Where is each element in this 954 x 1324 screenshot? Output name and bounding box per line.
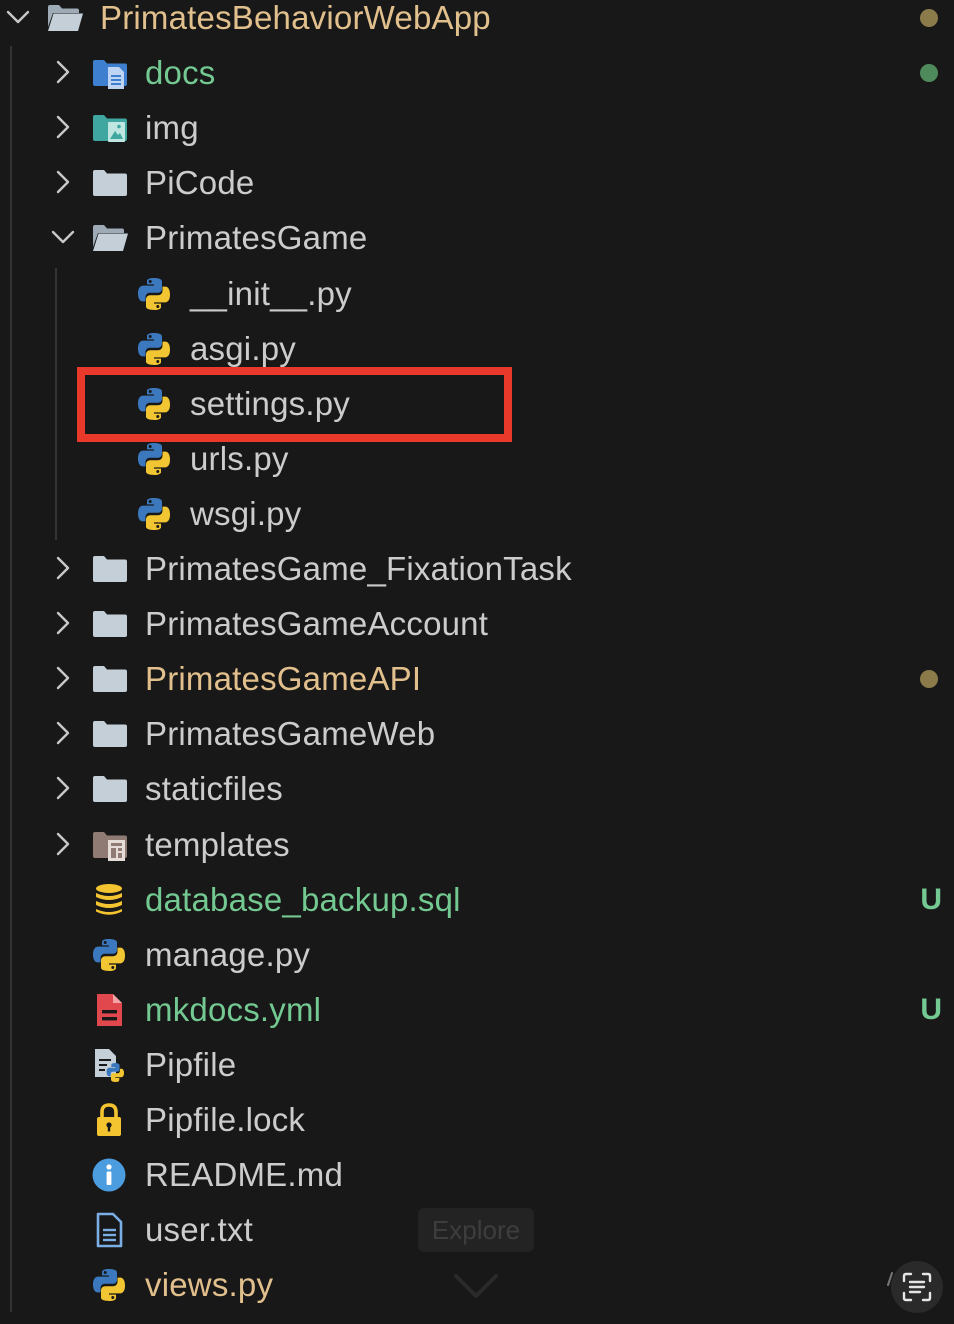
- item-label: manage.py: [145, 935, 311, 973]
- chevron-down-icon[interactable]: [50, 224, 76, 250]
- git-status-dot: [920, 670, 938, 689]
- item-label: templates: [145, 825, 290, 863]
- folder-item-primatesgameapi[interactable]: PrimatesGameAPI: [0, 651, 954, 706]
- faint-chevron-down-icon: [454, 1274, 498, 1298]
- folder-item-templates[interactable]: templates: [0, 817, 954, 872]
- folder-item-docs[interactable]: docs: [0, 45, 954, 100]
- chevron-down-icon[interactable]: [5, 4, 31, 30]
- python-icon: [136, 331, 174, 367]
- file-item-database-backup-sql[interactable]: database_backup.sql U: [0, 872, 954, 927]
- chevron-right-icon[interactable]: [50, 555, 76, 581]
- chevron-right-icon[interactable]: [50, 720, 76, 746]
- yaml-file-icon: [91, 992, 129, 1028]
- git-status-dot: [920, 9, 938, 27]
- item-label: user.txt: [145, 1211, 253, 1249]
- item-label: staticfiles: [145, 770, 283, 808]
- chevron-right-icon[interactable]: [50, 59, 76, 85]
- folder-open-icon: [91, 220, 129, 256]
- file-item-pipfile-lock[interactable]: Pipfile.lock: [0, 1092, 954, 1147]
- folder-open-icon: [46, 0, 84, 36]
- database-icon: [91, 882, 129, 918]
- git-status-badge: U: [920, 992, 942, 1026]
- python-icon: [136, 276, 174, 312]
- git-status-dot: [920, 64, 938, 83]
- item-label: docs: [145, 54, 216, 92]
- folder-icon: [91, 771, 129, 807]
- item-label: PrimatesGameAccount: [145, 605, 489, 643]
- chevron-right-icon[interactable]: [50, 665, 76, 691]
- python-icon: [136, 496, 174, 532]
- python-icon: [136, 441, 174, 477]
- folder-icon: [91, 165, 129, 201]
- pipfile-icon: [91, 1047, 129, 1083]
- folder-item-staticfiles[interactable]: staticfiles: [0, 761, 954, 816]
- item-label: PrimatesBehaviorWebApp: [100, 0, 491, 36]
- scan-text-icon: [902, 1272, 932, 1302]
- file-item-pipfile[interactable]: Pipfile: [0, 1037, 954, 1092]
- item-label: Pipfile.lock: [145, 1101, 306, 1138]
- explore-tooltip: Explore: [418, 1208, 534, 1252]
- text-file-icon: [91, 1212, 129, 1248]
- item-label: img: [145, 109, 199, 147]
- item-label: PrimatesGame_FixationTask: [145, 550, 572, 587]
- item-label: PrimatesGame: [145, 219, 368, 257]
- item-label: README.md: [145, 1156, 343, 1194]
- item-label: PiCode: [145, 164, 255, 202]
- folder-item-primatesgame[interactable]: PrimatesGame: [0, 210, 954, 265]
- chevron-right-icon[interactable]: [50, 610, 76, 636]
- chevron-right-icon[interactable]: [50, 831, 76, 857]
- info-icon: [91, 1157, 129, 1193]
- item-label: asgi.py: [190, 329, 296, 367]
- item-label: __init__.py: [190, 274, 352, 312]
- folder-item-img[interactable]: img: [0, 100, 954, 155]
- file-item-readme-md[interactable]: README.md: [0, 1147, 954, 1202]
- folder-item-primatesgameweb[interactable]: PrimatesGameWeb: [0, 706, 954, 761]
- python-icon: [91, 937, 129, 973]
- templates-folder-icon: [91, 827, 129, 863]
- item-label: PrimatesGameWeb: [145, 715, 436, 753]
- scan-text-button[interactable]: [891, 1261, 943, 1313]
- folder-icon: [91, 606, 129, 642]
- lock-icon: [91, 1102, 129, 1138]
- item-label: urls.py: [190, 439, 289, 477]
- images-folder-icon: [91, 110, 129, 146]
- folder-icon: [91, 661, 129, 697]
- folder-item-primatesgameaccount[interactable]: PrimatesGameAccount: [0, 596, 954, 651]
- chevron-right-icon[interactable]: [50, 169, 76, 195]
- file-explorer-tree: PrimatesBehaviorWebApp docs img PiCode Prima…: [0, 0, 954, 1324]
- item-label: mkdocs.yml: [145, 990, 322, 1028]
- highlight-box: [77, 367, 512, 442]
- item-label: views.py: [145, 1266, 274, 1304]
- folder-item-primatesgame-fixationtask[interactable]: PrimatesGame_FixationTask: [0, 541, 954, 596]
- item-label: Pipfile: [145, 1045, 237, 1083]
- file-item-manage-py[interactable]: manage.py: [0, 927, 954, 982]
- file-item-mkdocs-yml[interactable]: mkdocs.yml U: [0, 982, 954, 1037]
- item-label: wsgi.py: [190, 494, 302, 532]
- item-label: PrimatesGameAPI: [145, 660, 422, 698]
- file-item-wsgi-py[interactable]: wsgi.py: [0, 486, 954, 541]
- explorer-root-folder[interactable]: PrimatesBehaviorWebApp: [0, 0, 954, 45]
- python-icon: [91, 1267, 129, 1303]
- file-item-init-py[interactable]: __init__.py: [0, 266, 954, 321]
- chevron-right-icon[interactable]: [50, 775, 76, 801]
- item-label: database_backup.sql: [145, 880, 461, 918]
- docs-folder-icon: [91, 55, 129, 91]
- folder-icon: [91, 551, 129, 587]
- chevron-right-icon[interactable]: [50, 114, 76, 140]
- folder-item-picode[interactable]: PiCode: [0, 155, 954, 210]
- git-status-badge: U: [920, 882, 942, 916]
- folder-icon: [91, 716, 129, 752]
